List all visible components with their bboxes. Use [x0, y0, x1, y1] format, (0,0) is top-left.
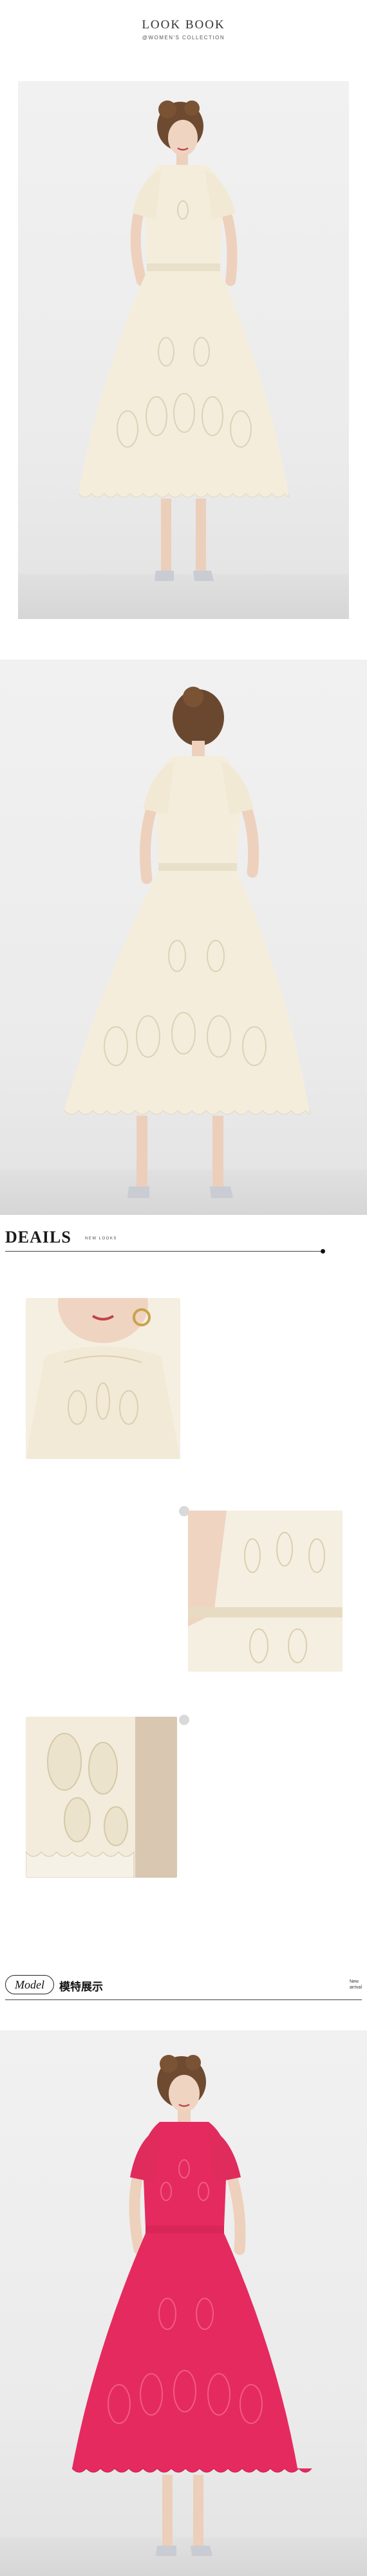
model-figure-cream-front: [78, 100, 290, 581]
lookbook-subtitle: @WOMEN'S COLLECTION: [142, 35, 225, 41]
detail-crop-hem: [26, 1717, 177, 1878]
lookbook-title: LOOK BOOK: [142, 18, 225, 32]
details-divider: [5, 1251, 321, 1252]
details-title: DEAILS: [5, 1228, 71, 1246]
detail-dot-2-icon: [179, 1715, 189, 1725]
detail-crop-neckline: [26, 1298, 180, 1459]
model-side-line-1: New: [349, 1980, 359, 1984]
details-header: DEAILS NEW LOOKS: [5, 1225, 362, 1254]
model-cn-label: 模特展示: [59, 1981, 103, 1994]
model-divider: [5, 1999, 362, 2000]
model-header: Model 模特展示 New arrival: [5, 1971, 362, 2001]
model-figure-cream-back: [64, 687, 310, 1198]
lookbook-header: LOOK BOOK @WOMEN'S COLLECTION: [0, 18, 367, 41]
details-dot-icon: [321, 1249, 325, 1254]
model-side-line-2: arrival: [349, 1985, 362, 1990]
product-photo-front: [18, 81, 349, 619]
product-photo-back: [0, 660, 367, 1215]
detail-crop-waist: [188, 1511, 343, 1672]
model-figure-pink-front: [71, 2055, 312, 2556]
model-pill-label: Model: [5, 1975, 54, 1994]
details-subtitle: NEW LOOKS: [85, 1237, 117, 1241]
product-photo-pink: [0, 2030, 367, 2576]
model-side-text: New arrival: [350, 1979, 362, 1990]
